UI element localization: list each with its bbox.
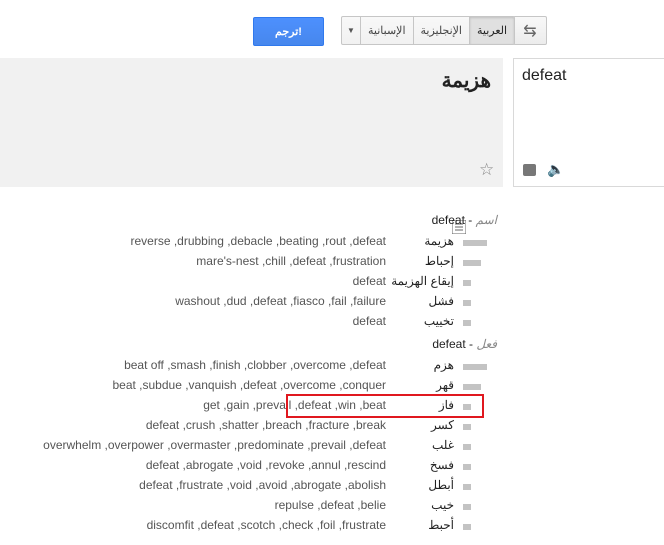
dict-term[interactable]: أبطل — [428, 478, 454, 492]
dict-term[interactable]: خيب — [431, 498, 454, 512]
frequency-bar — [463, 300, 471, 306]
chevron-down-icon: ▼ — [347, 26, 355, 35]
translate-button[interactable]: ترجم! — [253, 17, 324, 46]
dict-term[interactable]: تخييب — [424, 314, 454, 328]
dict-term[interactable]: فسخ — [430, 458, 454, 472]
dict-synonyms: discomfit ,defeat ,scotch ,check ,foil ,… — [146, 518, 386, 532]
dict-synonyms: defeat ,frustrate ,void ,avoid ,abrogate… — [139, 478, 386, 492]
frequency-bar — [463, 524, 471, 530]
frequency-bar — [463, 260, 481, 266]
dict-heading-verb: defeat - فعل — [432, 337, 497, 351]
dict-term[interactable]: إيقاع الهزيمة — [391, 274, 454, 288]
frequency-bar — [463, 424, 471, 430]
dict-term[interactable]: هزم — [434, 358, 454, 372]
dict-synonyms: mare's-nest ,chill ,defeat ,frustration — [196, 254, 386, 268]
dict-synonyms: washout ,dud ,defeat ,fiasco ,fail ,fail… — [175, 294, 386, 308]
source-language-bar: ▼ الإسبانية الإنجليزية العربية — [341, 16, 516, 45]
frequency-bar — [463, 280, 471, 286]
dict-term[interactable]: إحباط — [425, 254, 454, 268]
part-of-speech: فعل — [476, 337, 497, 351]
frequency-bar — [463, 464, 471, 470]
dict-heading-noun: defeat - اسم — [431, 213, 497, 227]
dict-synonyms: reverse ,drubbing ,debacle ,beating ,rou… — [130, 234, 386, 248]
chat-bubble-icon[interactable] — [523, 164, 536, 176]
dict-term[interactable]: غلب — [432, 438, 454, 452]
part-of-speech: اسم — [475, 213, 497, 227]
star-icon[interactable]: ☆ — [479, 160, 494, 180]
dict-synonyms: defeat ,abrogate ,void ,revoke ,annul ,r… — [145, 458, 386, 472]
frequency-bar — [463, 444, 471, 450]
dict-word: defeat — [431, 213, 465, 227]
source-input-panel[interactable]: defeat 🔈 — [513, 58, 664, 187]
lang-button-arabic[interactable]: العربية — [468, 16, 516, 45]
dict-synonyms: defeat — [352, 274, 386, 288]
frequency-bar — [463, 484, 471, 490]
swap-arrows-icon: ⇆ — [523, 22, 537, 40]
highlight-box — [286, 394, 484, 418]
dict-synonyms: defeat ,crush ,shatter ,breach ,fracture… — [145, 418, 386, 432]
dict-term[interactable]: قهر — [436, 378, 454, 392]
lang-button-english[interactable]: الإنجليزية — [412, 16, 470, 45]
dict-synonyms: defeat — [352, 314, 386, 328]
dict-word: defeat — [432, 337, 466, 351]
frequency-bar — [463, 384, 481, 390]
frequency-bar — [463, 320, 471, 326]
dict-term[interactable]: فشل — [428, 294, 454, 308]
swap-languages-button[interactable]: ⇆ — [513, 16, 547, 45]
frequency-bar — [463, 240, 487, 246]
dict-term[interactable]: كسر — [431, 418, 454, 432]
translation-output-panel: هزيمة ☆ — [0, 58, 503, 234]
translation-result: هزيمة — [441, 70, 491, 92]
dict-synonyms: beat ,subdue ,vanquish ,defeat ,overcome… — [112, 378, 386, 392]
speaker-icon[interactable]: 🔈 — [547, 161, 564, 178]
source-text[interactable]: defeat — [522, 67, 566, 85]
frequency-bar — [463, 504, 471, 510]
more-languages-dropdown[interactable]: ▼ — [341, 16, 361, 45]
frequency-bar — [463, 364, 487, 370]
dict-synonyms: overwhelm ,overpower ,overmaster ,predom… — [43, 438, 386, 452]
dict-synonyms: repulse ,defeat ,belie — [274, 498, 386, 512]
dict-term[interactable]: أحبط — [428, 518, 454, 532]
dict-synonyms: beat off ,smash ,finish ,clobber ,overco… — [124, 358, 386, 372]
dict-term[interactable]: هزيمة — [424, 234, 454, 248]
lang-button-spanish[interactable]: الإسبانية — [360, 16, 414, 45]
